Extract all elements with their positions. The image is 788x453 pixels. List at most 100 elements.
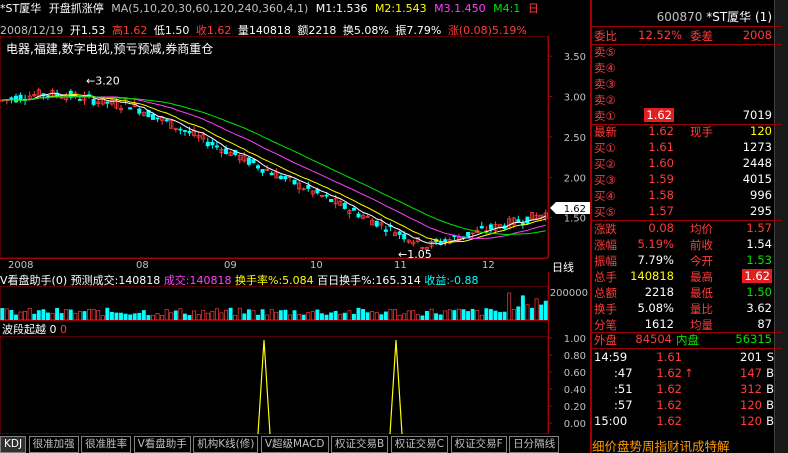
buy-row[interactable]: 买⑤ 1.57 295 [592,204,782,220]
candle-body [525,216,530,224]
wei-bi-row: 委比 12.52% 委差 2008 [594,28,772,43]
volume-indicator-name[interactable]: V看盘助手(0) [0,274,67,286]
volume-bar [274,311,279,321]
volume-bar [347,310,352,321]
candle-body [178,128,183,131]
volume-bar [310,311,315,321]
volume-chart[interactable] [0,285,549,321]
stock-name[interactable]: *ST厦华 [0,0,41,16]
quote-stock-name[interactable]: *ST厦华 [706,10,751,24]
time-axis-label: 09 [224,260,237,271]
kline-chart[interactable]: ←3.20 ←1.05 [0,35,549,261]
latest-row: 最新 1.62 现手 120 [594,124,772,139]
divider [592,26,782,27]
candle-body [224,148,229,155]
volume-bar [374,312,379,321]
oscillator-axis-canvas: 1.00 0.80 0.60 0.40 0.20 0.00 [548,320,586,434]
bar-open: 开1.53 [69,24,106,36]
candle-body [260,169,265,173]
volume-bar [543,300,548,321]
quote-title: 600870 *ST厦华 (1) [592,8,772,26]
candle-body [351,207,356,211]
buy-row[interactable]: 买② 1.60 2448 [592,156,782,172]
ma-params[interactable]: MA(5,10,20,30,60,120,240,360,4,1) [111,2,308,15]
kline-canvas[interactable]: ←3.20 ←1.05 [0,35,549,261]
volume-bar [457,308,461,321]
volume-return: 收益:-0.88 [424,274,479,286]
buy-row[interactable]: 买① 1.61 1273 [592,140,782,156]
candle-body [137,108,142,114]
volume-bar [9,310,14,321]
volume-bar [173,310,178,321]
tab-ji-gou-kline[interactable]: 机构K线(修) [193,436,259,453]
bar-date: 2008/12/19 [0,24,64,36]
quote-panel: 600870 *ST厦华 (1) 委比 12.52% 委差 2008 卖⑤ 卖④… [590,0,788,453]
volume-bar [36,310,41,321]
volume-bar [342,312,347,321]
sell-row[interactable]: 卖① 1.62 7019 [592,108,782,124]
volume-bar [82,311,87,321]
stat-row: 换手 5.08% 量比 3.62 [594,301,772,316]
oscillator-value-1: 0 [49,323,57,336]
volume-bar [91,308,96,321]
oscillator-name[interactable]: 波段起越 [2,323,46,336]
tick-row: :51 1.62 312 B [614,382,774,396]
oscillator-axis-label: 0.40 [564,385,586,396]
volume-bar [507,292,512,321]
volume-bar [511,309,516,321]
buy-row[interactable]: 买③ 1.59 4015 [592,172,782,188]
tab-warrant-c[interactable]: 权证交易C [390,436,449,453]
volume-bar [68,309,73,321]
current-price-text: 1.62 [564,204,586,215]
candle-body [374,220,379,227]
tick-row: :47 1.62 ↑ 147 B [614,366,774,380]
tab-v-super-macd[interactable]: V超级MACD [260,436,329,453]
stat-row: 总手 140818 最高 1.62 [594,269,772,284]
candle-body [210,141,215,146]
volume-bar [137,312,142,321]
period-label[interactable]: 日 [528,0,539,16]
volume-bar [141,310,146,321]
tab-hen-zhun-jia-qiang[interactable]: 很准加强 [28,436,79,453]
candle-body [182,130,187,132]
sell-row[interactable]: 卖④ [592,60,782,76]
candle-body [356,213,361,218]
sell-row[interactable]: 卖⑤ [592,44,782,60]
oscillator-chart[interactable] [0,335,549,435]
tab-hen-zhun-sheng-lv[interactable]: 很准胜率 [81,436,132,453]
volume-bar [425,311,429,321]
volume-bar [370,311,375,321]
tab-warrant-b[interactable]: 权证交易B [331,436,389,453]
buy-row[interactable]: 买④ 1.58 996 [592,188,782,204]
volume-axis-label: 200000 [549,288,588,299]
candle-body [466,231,471,237]
stat-row: 振幅 7.79% 今开 1.53 [594,253,772,268]
candle-body [251,159,256,164]
candle-body [488,224,493,230]
time-axis: 2008 08 09 10 11 12 [0,258,548,272]
candle-body [13,95,18,103]
volume-bar [87,309,91,321]
indicator-name[interactable]: 开盘抓涨停 [49,0,104,16]
volume-canvas[interactable] [0,285,549,321]
sell-row[interactable]: 卖② [592,92,782,108]
tab-kdj[interactable]: KDJ [0,436,27,453]
tab-v-kan-pan[interactable]: V看盘助手 [133,436,191,453]
tab-day-separator[interactable]: 日分隔线 [509,436,560,453]
time-axis-label: 11 [394,260,407,271]
stock-code[interactable]: 600870 [657,10,703,24]
volume-bar [525,304,530,321]
candle-body [443,239,448,242]
oscillator-canvas[interactable] [0,335,549,435]
sell-row[interactable]: 卖③ [592,76,782,92]
ma30-line [2,96,546,235]
quote-bottom-tabs[interactable]: 细价盘势周指财讯成特解 [592,436,788,453]
tick-row: 14:59 1.61 201 S [594,350,774,364]
volume-bar [228,307,233,321]
bar-volume: 量140818 [237,24,291,36]
volume-bar [23,310,28,321]
tab-warrant-f[interactable]: 权证交易F [450,436,507,453]
volume-bar [306,312,311,321]
volume-bar [269,309,274,321]
volume-bar [119,312,123,321]
